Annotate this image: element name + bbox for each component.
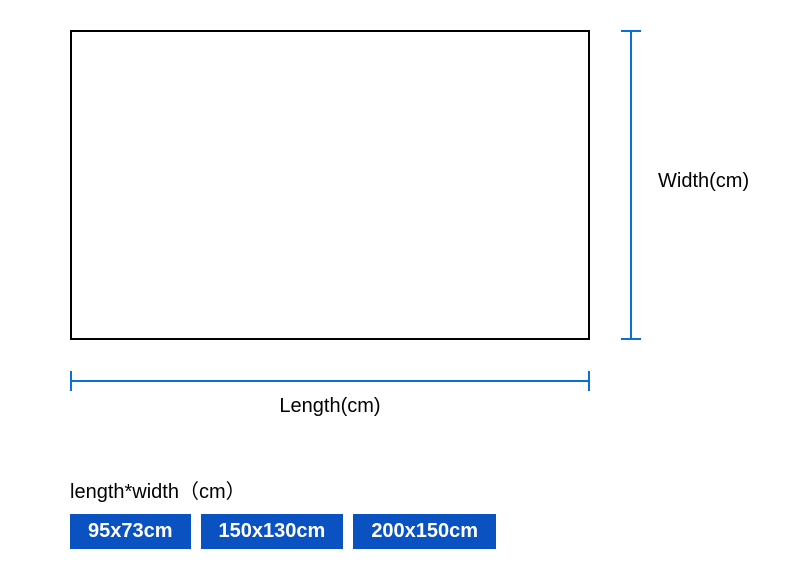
length-label: Length(cm) [70, 395, 590, 418]
dimension-diagram: Width(cm) Length(cm) [70, 30, 730, 410]
product-rectangle [70, 30, 590, 340]
size-heading: length*width（cm） [70, 475, 496, 504]
size-chip: 200x150cm [353, 514, 496, 549]
length-dimension-line [70, 380, 590, 382]
size-chip-row: 95x73cm 150x130cm 200x150cm [70, 514, 496, 549]
width-label: Width(cm) [658, 170, 749, 193]
size-chip: 95x73cm [70, 514, 191, 549]
size-chip: 150x130cm [201, 514, 344, 549]
size-options: length*width（cm） 95x73cm 150x130cm 200x1… [70, 475, 496, 549]
width-dimension-line [630, 30, 632, 340]
